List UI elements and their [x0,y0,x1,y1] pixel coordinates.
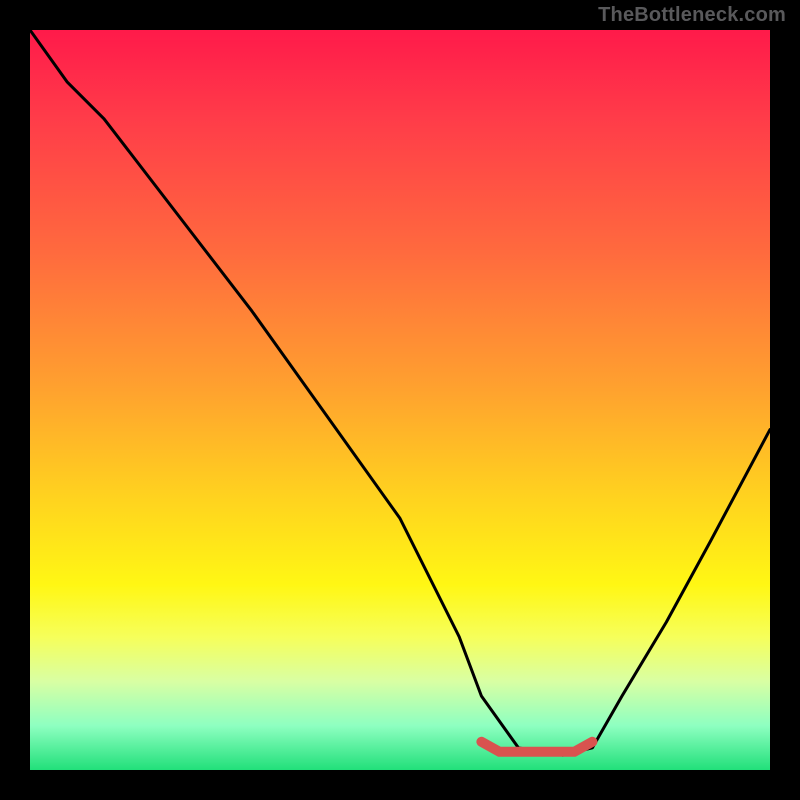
sweet-spot-highlight [481,742,592,752]
curve-svg [30,30,770,770]
plot-area [30,30,770,770]
chart-frame: TheBottleneck.com [0,0,800,800]
bottleneck-curve [30,30,770,755]
watermark-text: TheBottleneck.com [598,4,786,27]
